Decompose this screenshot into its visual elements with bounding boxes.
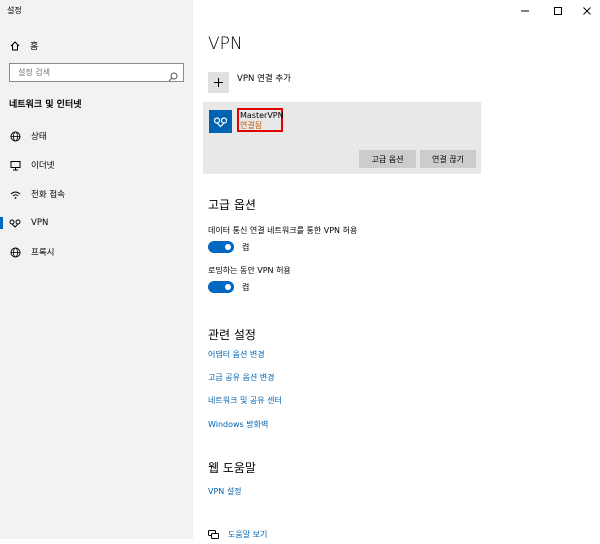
adapter-options-link[interactable]: 어댑터 옵션 변경 (208, 349, 265, 360)
page-title: VPN (208, 34, 243, 54)
dialup-icon (9, 188, 21, 200)
ethernet-icon (9, 159, 21, 171)
search-input[interactable] (10, 64, 168, 81)
sidebar-item-status[interactable]: 상태 (0, 126, 193, 146)
web-help-heading: 웹 도움말 (208, 461, 256, 475)
advanced-sharing-link[interactable]: 고급 공유 옵션 변경 (208, 372, 275, 383)
add-vpn-connection[interactable]: VPN 연결 추가 (208, 72, 291, 93)
add-vpn-button[interactable] (208, 72, 229, 93)
home-nav-item[interactable]: 홈 (10, 37, 38, 53)
network-sharing-center-link[interactable]: 네트워크 및 공유 센터 (208, 395, 282, 406)
vpn-settings-help-link[interactable]: VPN 설정 (208, 486, 242, 497)
metered-toggle-state: 켬 (242, 243, 250, 252)
sidebar-item-label: 전화 접속 (31, 190, 65, 200)
plus-icon (213, 73, 224, 92)
sidebar-item-label: 상태 (31, 132, 47, 142)
sidebar-item-vpn[interactable]: VPN (0, 213, 193, 233)
vpn-connection-name: MasterVPN (240, 111, 284, 120)
add-vpn-label: VPN 연결 추가 (237, 73, 291, 84)
roaming-toggle-state: 켬 (242, 283, 250, 292)
proxy-globe-icon (9, 246, 21, 258)
sidebar-item-ethernet[interactable]: 이더넷 (0, 155, 193, 175)
home-icon (10, 36, 20, 55)
metered-network-label: 데이터 통신 연결 네트워크를 통한 VPN 허용 (208, 226, 358, 235)
globe-status-icon (9, 130, 21, 142)
section-title: 네트워크 및 인터넷 (9, 100, 82, 110)
metered-network-toggle[interactable] (208, 241, 234, 253)
advanced-options-heading: 고급 옵션 (208, 198, 256, 212)
sidebar-item-label: 프록시 (31, 248, 55, 258)
app-title: 설정 (7, 6, 22, 15)
roaming-label: 로밍하는 동안 VPN 허용 (208, 266, 291, 275)
sidebar-item-dialup[interactable]: 전화 접속 (0, 184, 193, 204)
vpn-connection-card[interactable]: MasterVPN 연결됨 고급 옵션 연결 끊기 (203, 102, 481, 174)
related-settings-heading: 관련 설정 (208, 328, 256, 342)
sidebar-item-label: VPN (31, 218, 49, 228)
search-icon[interactable] (168, 67, 178, 86)
get-help-link[interactable]: 도움말 보기 (228, 529, 267, 540)
search-box[interactable] (9, 63, 184, 82)
sidebar-item-proxy[interactable]: 프록시 (0, 242, 193, 262)
advanced-options-button[interactable]: 고급 옵션 (359, 150, 416, 168)
vpn-connection-status: 연결됨 (240, 121, 263, 130)
windows-firewall-link[interactable]: Windows 방화벽 (208, 419, 268, 430)
chat-help-icon (208, 525, 219, 544)
vpn-icon (9, 217, 21, 229)
vpn-connection-info: MasterVPN 연결됨 (237, 108, 284, 132)
sidebar-item-label: 이더넷 (31, 161, 55, 171)
sidebar: 설정 홈 네트워크 및 인터넷 상태 이더넷 전화 접속 VP (0, 0, 193, 539)
roaming-toggle[interactable] (208, 281, 234, 293)
home-label: 홈 (30, 41, 39, 52)
get-help-row[interactable]: 도움말 보기 (208, 525, 267, 544)
main-content: VPN VPN 연결 추가 MasterVPN 연결됨 고급 옵션 연결 끊기 … (193, 0, 600, 539)
disconnect-button[interactable]: 연결 끊기 (420, 150, 476, 168)
vpn-connection-icon (209, 110, 232, 133)
